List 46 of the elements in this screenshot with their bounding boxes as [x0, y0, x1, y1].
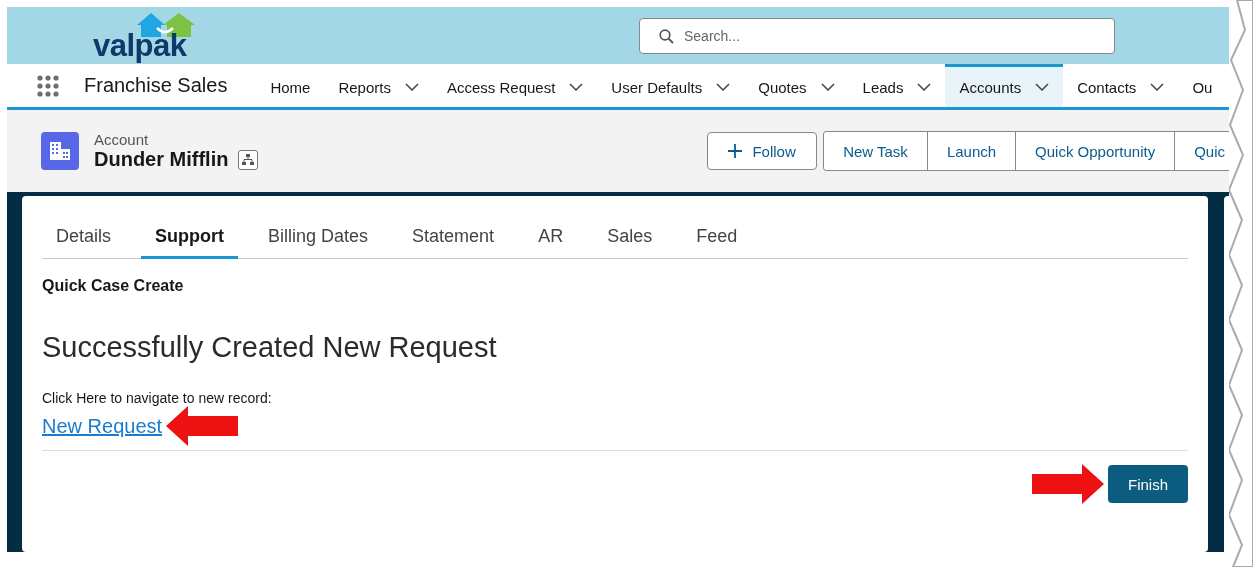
- nav-label: Reports: [338, 78, 391, 96]
- new-request-link[interactable]: New Request: [42, 414, 163, 438]
- nav-tab[interactable]: Ou: [1178, 64, 1227, 107]
- nav-label: Ou: [1192, 78, 1213, 96]
- success-heading: Successfully Created New Request: [42, 331, 498, 364]
- search-field[interactable]: Search...: [639, 17, 1115, 54]
- record-name: Dunder Mifflin: [94, 148, 229, 171]
- tab[interactable]: Support: [141, 226, 239, 259]
- plus-icon: [728, 144, 743, 158]
- nav-tab[interactable]: Quotes: [744, 64, 849, 107]
- tab[interactable]: Details: [42, 226, 126, 259]
- nav-label: Home: [270, 78, 311, 96]
- arrow-icon: [166, 406, 239, 446]
- nav-label: User Defaults: [611, 78, 703, 96]
- tab[interactable]: Statement: [398, 226, 509, 259]
- hierarchy-icon[interactable]: [238, 149, 259, 170]
- action-button[interactable]: Launch: [927, 132, 1017, 170]
- nav-tab[interactable]: Reports: [324, 64, 433, 107]
- nav-label: Accounts: [959, 78, 1022, 96]
- action-button[interactable]: Quick Opportunity: [1016, 132, 1176, 170]
- action-button[interactable]: New Task: [824, 132, 928, 170]
- flow-title: Quick Case Create: [42, 277, 185, 295]
- nav-tab[interactable]: Accounts: [945, 64, 1064, 107]
- nav-label: Contacts: [1077, 78, 1137, 96]
- logo: valpak: [93, 9, 205, 62]
- nav-tab[interactable]: User Defaults: [597, 64, 745, 107]
- nav-tab[interactable]: Access Request: [432, 64, 598, 107]
- app-name: Franchise Sales: [84, 74, 228, 97]
- nav-label: Quotes: [758, 78, 807, 96]
- nav-label: Access Request: [446, 78, 556, 96]
- tab[interactable]: Sales: [593, 226, 667, 259]
- action-button[interactable]: Quic: [1175, 132, 1229, 170]
- nav-tab[interactable]: Home: [256, 64, 325, 107]
- nav-tab[interactable]: Contacts: [1063, 64, 1179, 107]
- tab[interactable]: AR: [524, 226, 578, 259]
- follow-button[interactable]: Follow: [707, 132, 818, 170]
- app-launcher-icon[interactable]: [37, 75, 59, 97]
- nav-label: Leads: [862, 78, 904, 96]
- record-type: Account: [94, 131, 150, 148]
- navigate-prompt: Click Here to navigate to new record:: [42, 390, 273, 406]
- arrow-icon: [1032, 464, 1104, 504]
- tab[interactable]: Billing Dates: [254, 226, 383, 259]
- nav-tab[interactable]: Leads: [848, 64, 946, 107]
- tab[interactable]: Feed: [682, 226, 752, 259]
- building-icon: [41, 132, 79, 170]
- finish-button[interactable]: Finish: [1108, 465, 1188, 503]
